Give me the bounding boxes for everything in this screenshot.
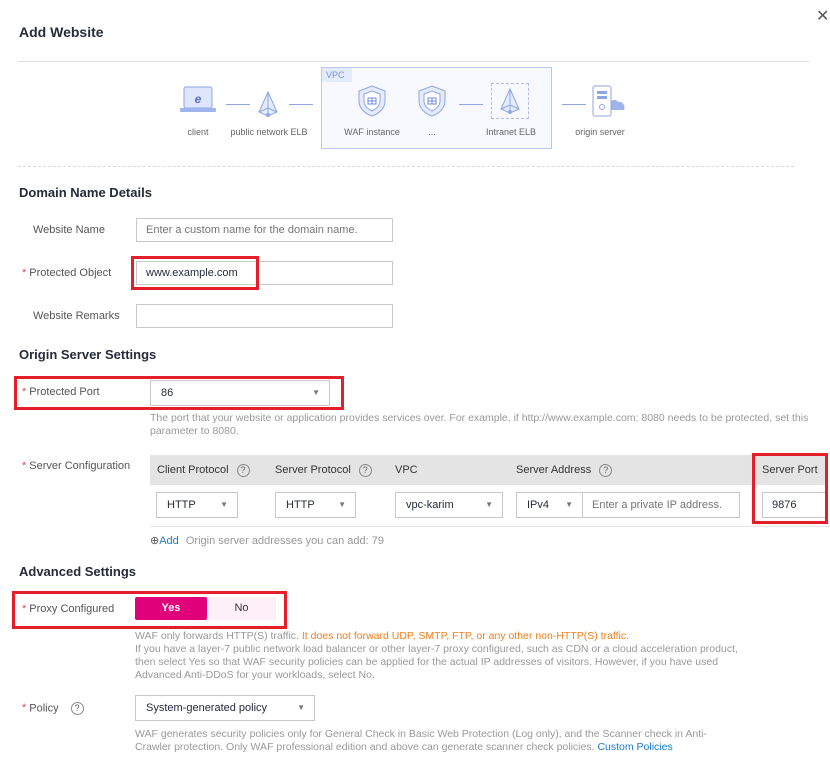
website-remarks-input[interactable] [136, 304, 393, 328]
dialog-title: Add Website [19, 24, 104, 40]
protected-port-label: * Protected Port [22, 386, 100, 398]
server-protocol-value: HTTP [286, 499, 315, 511]
column-header: Server Port [762, 464, 818, 476]
protected-port-hint: The port that your website or applicatio… [150, 412, 809, 437]
policy-hint-text: Crawler protection. Only WAF professiona… [135, 741, 595, 753]
required-marker: * [22, 386, 27, 398]
shield-icon [355, 84, 389, 121]
chevron-down-icon: ▼ [565, 500, 573, 509]
table-row-divider [150, 526, 830, 527]
protected-port-label-text: Protected Port [29, 386, 100, 398]
server-config-table-header: Client Protocol? Server Protocol? VPC Se… [150, 455, 825, 485]
header-divider [18, 61, 809, 62]
policy-hint-line: WAF generates security policies only for… [135, 728, 707, 740]
proxy-hint-warning: It does not forward UDP, SMTP, FTP, or a… [301, 630, 630, 642]
proxy-no-option[interactable]: No [207, 597, 276, 620]
client-protocol-value: HTTP [167, 499, 196, 511]
required-marker: * [22, 702, 27, 715]
add-limit-hint: Origin server addresses you can add: 79 [185, 535, 384, 547]
client-protocol-select[interactable]: HTTP ▼ [156, 492, 238, 518]
proxy-hint-normal: WAF only forwards HTTP(S) traffic. [135, 630, 299, 642]
help-icon[interactable]: ? [70, 702, 84, 715]
proxy-hint: WAF only forwards HTTP(S) traffic. It do… [135, 630, 815, 682]
vpc-select[interactable]: vpc-karim ▼ [395, 492, 503, 518]
ip-version-value: IPv4 [527, 499, 550, 511]
proxy-hint-line: Advanced Anti-DDoS for your workloads, s… [135, 669, 375, 681]
custom-policies-link[interactable]: Custom Policies [597, 741, 672, 753]
svg-text:e: e [195, 92, 202, 106]
help-icon[interactable]: ? [358, 463, 372, 477]
website-name-input[interactable] [136, 218, 393, 242]
server-config-label: * Server Configuration [22, 460, 130, 472]
column-header-text: Server Protocol [275, 464, 351, 476]
chevron-down-icon: ▼ [338, 500, 346, 509]
policy-hint-line: Crawler protection. Only WAF professiona… [135, 741, 815, 754]
load-balancer-icon [491, 83, 529, 119]
proxy-hint-line: then select Yes so that WAF security pol… [135, 656, 719, 668]
chevron-down-icon: ▼ [220, 500, 228, 509]
policy-hint: WAF generates security policies only for… [135, 728, 815, 754]
diagram-label: public network ELB [230, 127, 308, 137]
add-server-label: Add [159, 535, 179, 547]
protected-port-select[interactable]: 86 ▼ [150, 380, 330, 406]
connector-line [459, 104, 483, 105]
column-header: VPC [395, 464, 418, 476]
required-marker: * [22, 267, 27, 279]
connector-line [289, 104, 313, 105]
section-heading-domain: Domain Name Details [19, 185, 152, 200]
chevron-down-icon: ▼ [485, 500, 493, 509]
proxy-configured-label-text: Proxy Configured [29, 603, 115, 615]
connector-line [226, 104, 250, 105]
protected-object-input[interactable] [136, 261, 393, 285]
chevron-down-icon: ▼ [312, 388, 320, 397]
server-port-input[interactable] [762, 492, 826, 518]
chevron-down-icon: ▼ [297, 703, 305, 712]
vpc-value: vpc-karim [406, 499, 454, 511]
website-remarks-label: Website Remarks [33, 310, 120, 322]
ip-version-select[interactable]: IPv4 ▼ [516, 492, 583, 518]
vpc-label: VPC [322, 68, 352, 82]
server-address-input[interactable] [582, 492, 740, 518]
diagram-label: origin server [575, 127, 625, 137]
policy-select[interactable]: System-generated policy ▼ [135, 695, 315, 721]
protected-object-label-text: Protected Object [29, 267, 112, 279]
column-header: Server Address? [516, 455, 613, 485]
proxy-hint-line: WAF only forwards HTTP(S) traffic. It do… [135, 630, 815, 643]
diagram-label: WAF instance [344, 127, 400, 137]
diagram-label: Intranet ELB [485, 127, 537, 137]
load-balancer-icon [256, 90, 280, 121]
diagram-label: client [187, 127, 209, 137]
proxy-yes-option[interactable]: Yes [135, 597, 207, 620]
laptop-browser-icon: e [180, 86, 216, 117]
policy-label: * Policy? [22, 702, 84, 715]
diagram-divider [18, 166, 794, 167]
server-config-label-text: Server Configuration [29, 460, 131, 472]
connector-line [562, 104, 586, 105]
add-server-button[interactable]: ⊕Add [150, 535, 179, 547]
policy-value: System-generated policy [146, 702, 268, 714]
column-header: Client Protocol? [157, 455, 250, 485]
section-heading-origin: Origin Server Settings [19, 347, 157, 362]
section-heading-advanced: Advanced Settings [19, 564, 137, 579]
proxy-hint-line: If you have a layer-7 public network loa… [135, 643, 738, 655]
policy-label-text: Policy [29, 702, 59, 715]
plus-circle-icon: ⊕ [150, 535, 160, 547]
column-header: Server Protocol? [275, 455, 372, 485]
column-header-text: Client Protocol [157, 464, 229, 476]
protected-port-value: 86 [161, 387, 174, 399]
required-marker: * [22, 460, 27, 472]
protected-object-label: * Protected Object [22, 267, 111, 279]
add-origin-row: ⊕Add Origin server addresses you can add… [150, 534, 384, 547]
proxy-configured-label: * Proxy Configured [22, 603, 114, 615]
website-name-label: Website Name [33, 224, 105, 236]
shield-icon [415, 84, 449, 121]
column-header-text: Server Address [516, 464, 592, 476]
help-icon[interactable]: ? [236, 463, 250, 477]
diagram-label: ... [428, 127, 436, 137]
required-marker: * [22, 603, 27, 615]
server-protocol-select[interactable]: HTTP ▼ [275, 492, 356, 518]
close-icon[interactable]: ✕ [816, 9, 829, 25]
server-cloud-icon [590, 84, 628, 121]
help-icon[interactable]: ? [599, 463, 613, 477]
